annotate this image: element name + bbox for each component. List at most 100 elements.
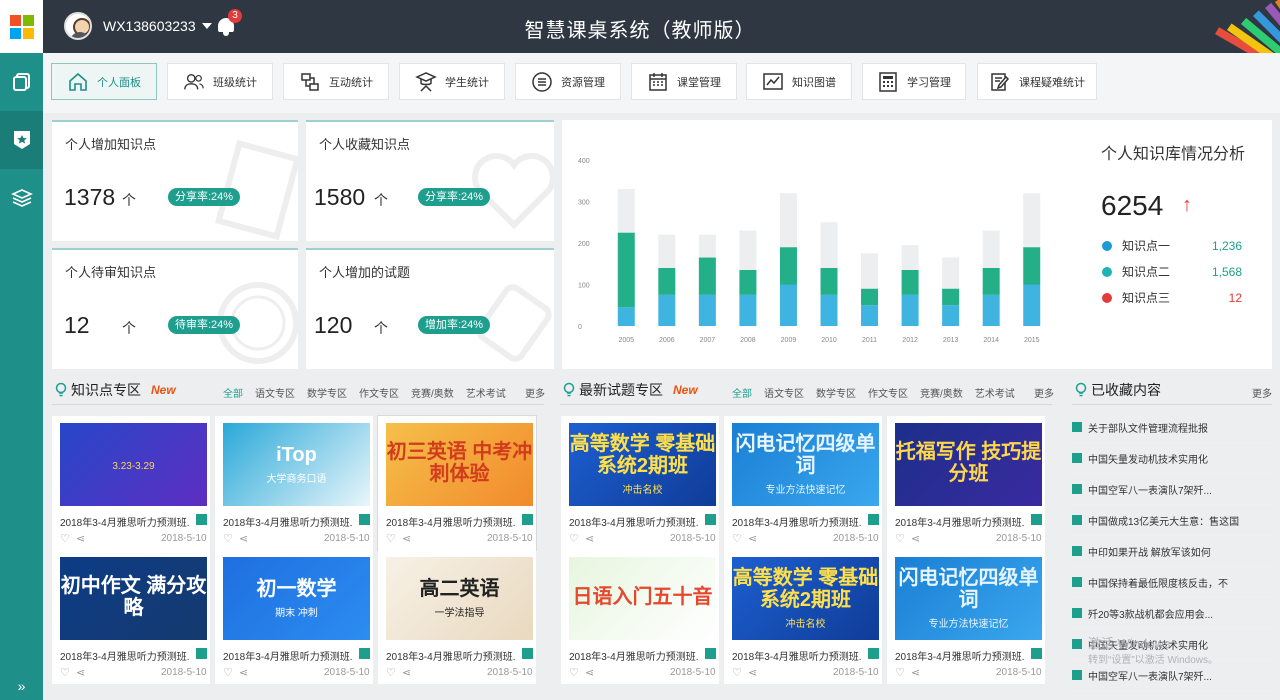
resource-card[interactable]: iTop 大学商务口语 2018年3-4月雅思听力预测班... ♡ ⋖ 2018-5-1… xyxy=(215,416,373,550)
list-item[interactable]: 中国保持着最低限度核反击，不 xyxy=(1072,567,1272,598)
tab-olympiad[interactable]: 竞赛/奥数 xyxy=(411,385,454,400)
card-thumbnail[interactable]: 托福写作 技巧提分班 xyxy=(895,423,1042,506)
tab-essay[interactable]: 作文专区 xyxy=(868,385,908,400)
resource-card[interactable]: 日语入门五十音 2018年3-4月雅思听力预测班... ♡ ⋖ 2018-5-10 xyxy=(561,550,719,684)
heart-icon[interactable]: ♡ xyxy=(569,533,579,545)
sidebar-item-layers[interactable] xyxy=(0,169,43,227)
card-caption[interactable]: 2018年3-4月雅思听力预测班... xyxy=(732,514,862,529)
card-thumbnail[interactable]: 初三英语 中考冲刺体验 xyxy=(386,423,533,506)
card-thumbnail[interactable]: 高二英语 一学法指导 xyxy=(386,557,533,640)
favorite-title[interactable]: 中国空军八一表演队7架歼... xyxy=(1088,668,1212,683)
tab-course-difficulty-stats[interactable]: 课程疑难统计 xyxy=(977,63,1097,100)
favorite-title[interactable]: 关于部队文件管理流程批报 xyxy=(1088,420,1208,435)
tab-essay[interactable]: 作文专区 xyxy=(359,385,399,400)
tab-classroom-management[interactable]: 课堂管理 xyxy=(631,63,737,100)
card-caption[interactable]: 2018年3-4月雅思听力预测班... xyxy=(223,648,353,663)
tab-student-stats[interactable]: 学生统计 xyxy=(399,63,505,100)
heart-icon[interactable]: ♡ xyxy=(60,667,70,679)
tab-olympiad[interactable]: 竞赛/奥数 xyxy=(920,385,963,400)
list-item[interactable]: 中印如果开战 解放军该如何 xyxy=(1072,536,1272,567)
list-item[interactable]: 关于部队文件管理流程批报 xyxy=(1072,412,1272,443)
card-caption[interactable]: 2018年3-4月雅思听力预测班... xyxy=(60,648,190,663)
tab-personal-panel[interactable]: 个人面板 xyxy=(51,63,157,100)
card-caption[interactable]: 2018年3-4月雅思听力预测班... xyxy=(569,648,699,663)
card-caption[interactable]: 2018年3-4月雅思听力预测班... xyxy=(895,648,1025,663)
card-thumbnail[interactable]: 3.23-3.29 xyxy=(60,423,207,506)
sidebar-expand-icon[interactable]: » xyxy=(0,678,43,694)
share-icon[interactable]: ⋖ xyxy=(76,667,85,679)
sidebar-item-copy[interactable] xyxy=(0,53,43,111)
card-caption[interactable]: 2018年3-4月雅思听力预测班... xyxy=(386,648,516,663)
heart-icon[interactable]: ♡ xyxy=(569,667,579,679)
resource-card[interactable]: 托福写作 技巧提分班 2018年3-4月雅思听力预测班... ♡ ⋖ 2018-5-1… xyxy=(887,416,1045,550)
resource-card[interactable]: 闪电记忆四级单词 专业方法快速记忆 2018年3-4月雅思听力预测班... ♡ ⋖ 20… xyxy=(887,550,1045,684)
card-thumbnail[interactable]: iTop 大学商务口语 xyxy=(223,423,370,506)
card-thumbnail[interactable]: 初一数学 期末 冲刺 xyxy=(223,557,370,640)
list-item[interactable]: 中国空军八一表演队7架歼... xyxy=(1072,474,1272,505)
heart-icon[interactable]: ♡ xyxy=(223,533,233,545)
tab-math[interactable]: 数学专区 xyxy=(816,385,856,400)
tab-study-management[interactable]: 学习管理 xyxy=(862,63,966,100)
share-icon[interactable]: ⋖ xyxy=(239,533,248,545)
resource-card[interactable]: 初中作文 满分攻略 2018年3-4月雅思听力预测班... ♡ ⋖ 2018-5-10 xyxy=(52,550,210,684)
card-caption[interactable]: 2018年3-4月雅思听力预测班... xyxy=(732,648,862,663)
favorite-title[interactable]: 中国保持着最低限度核反击，不 xyxy=(1088,575,1228,590)
share-icon[interactable]: ⋖ xyxy=(402,533,411,545)
tab-arts[interactable]: 艺术考试 xyxy=(466,385,506,400)
card-thumbnail[interactable]: 日语入门五十音 xyxy=(569,557,716,640)
list-item[interactable]: 歼20等3款战机都会应用会... xyxy=(1072,598,1272,629)
tab-class-stats[interactable]: 班级统计 xyxy=(167,63,273,100)
tab-math[interactable]: 数学专区 xyxy=(307,385,347,400)
card-caption[interactable]: 2018年3-4月雅思听力预测班... xyxy=(60,514,190,529)
resource-card[interactable]: 闪电记忆四级单词 专业方法快速记忆 2018年3-4月雅思听力预测班... ♡ ⋖ 20… xyxy=(724,416,882,550)
card-thumbnail[interactable]: 闪电记忆四级单词 专业方法快速记忆 xyxy=(732,423,879,506)
tab-knowledge-graph[interactable]: 知识图谱 xyxy=(746,63,852,100)
share-icon[interactable]: ⋖ xyxy=(748,533,757,545)
share-icon[interactable]: ⋖ xyxy=(911,533,920,545)
card-thumbnail[interactable]: 高等数学 零基础系统2期班 冲击名校 xyxy=(732,557,879,640)
card-thumbnail[interactable]: 高等数学 零基础系统2期班 冲击名校 xyxy=(569,423,716,506)
card-caption[interactable]: 2018年3-4月雅思听力预测班... xyxy=(895,514,1025,529)
tab-arts[interactable]: 艺术考试 xyxy=(975,385,1015,400)
tab-all[interactable]: 全部 xyxy=(223,385,243,400)
favorite-title[interactable]: 歼20等3款战机都会应用会... xyxy=(1088,606,1213,621)
share-icon[interactable]: ⋖ xyxy=(585,533,594,545)
resource-card[interactable]: 初一数学 期末 冲刺 2018年3-4月雅思听力预测班... ♡ ⋖ 2018-5-10 xyxy=(215,550,373,684)
card-caption[interactable]: 2018年3-4月雅思听力预测班... xyxy=(223,514,353,529)
share-icon[interactable]: ⋖ xyxy=(239,667,248,679)
heart-icon[interactable]: ♡ xyxy=(732,533,742,545)
card-caption[interactable]: 2018年3-4月雅思听力预测班... xyxy=(386,514,516,529)
tab-all[interactable]: 全部 xyxy=(732,385,752,400)
list-item[interactable]: 中国矢量发动机技术实用化 xyxy=(1072,443,1272,474)
more-link[interactable]: 更多 xyxy=(1034,385,1054,400)
heart-icon[interactable]: ♡ xyxy=(223,667,233,679)
resource-card[interactable]: 高等数学 零基础系统2期班 冲击名校 2018年3-4月雅思听力预测班... ♡ ⋖ 2… xyxy=(724,550,882,684)
share-icon[interactable]: ⋖ xyxy=(76,533,85,545)
more-link[interactable]: 更多 xyxy=(1252,385,1272,400)
tab-interaction-stats[interactable]: 互动统计 xyxy=(283,63,389,100)
heart-icon[interactable]: ♡ xyxy=(895,667,905,679)
heart-icon[interactable]: ♡ xyxy=(386,533,396,545)
favorite-title[interactable]: 中国做成13亿美元大生意：售这国 xyxy=(1088,513,1239,528)
card-caption[interactable]: 2018年3-4月雅思听力预测班... xyxy=(569,514,699,529)
card-thumbnail[interactable]: 初中作文 满分攻略 xyxy=(60,557,207,640)
sidebar-item-favorites[interactable] xyxy=(0,111,43,169)
resource-card[interactable]: 3.23-3.29 2018年3-4月雅思听力预测班... ♡ ⋖ 2018-5-10 xyxy=(52,416,210,550)
favorite-title[interactable]: 中国矢量发动机技术实用化 xyxy=(1088,451,1208,466)
heart-icon[interactable]: ♡ xyxy=(386,667,396,679)
share-icon[interactable]: ⋖ xyxy=(748,667,757,679)
more-link[interactable]: 更多 xyxy=(525,385,545,400)
heart-icon[interactable]: ♡ xyxy=(60,533,70,545)
favorite-title[interactable]: 中印如果开战 解放军该如何 xyxy=(1088,544,1211,559)
card-thumbnail[interactable]: 闪电记忆四级单词 专业方法快速记忆 xyxy=(895,557,1042,640)
share-icon[interactable]: ⋖ xyxy=(585,667,594,679)
share-icon[interactable]: ⋖ xyxy=(911,667,920,679)
favorite-title[interactable]: 中国空军八一表演队7架歼... xyxy=(1088,482,1212,497)
resource-card[interactable]: 初三英语 中考冲刺体验 2018年3-4月雅思听力预测班... ♡ ⋖ 2018-5-… xyxy=(378,416,536,550)
list-item[interactable]: 中国做成13亿美元大生意：售这国 xyxy=(1072,505,1272,536)
tab-resource-management[interactable]: 资源管理 xyxy=(515,63,621,100)
resource-card[interactable]: 高二英语 一学法指导 2018年3-4月雅思听力预测班... ♡ ⋖ 2018-5-10 xyxy=(378,550,536,684)
heart-icon[interactable]: ♡ xyxy=(732,667,742,679)
heart-icon[interactable]: ♡ xyxy=(895,533,905,545)
tab-chinese[interactable]: 语文专区 xyxy=(255,385,295,400)
